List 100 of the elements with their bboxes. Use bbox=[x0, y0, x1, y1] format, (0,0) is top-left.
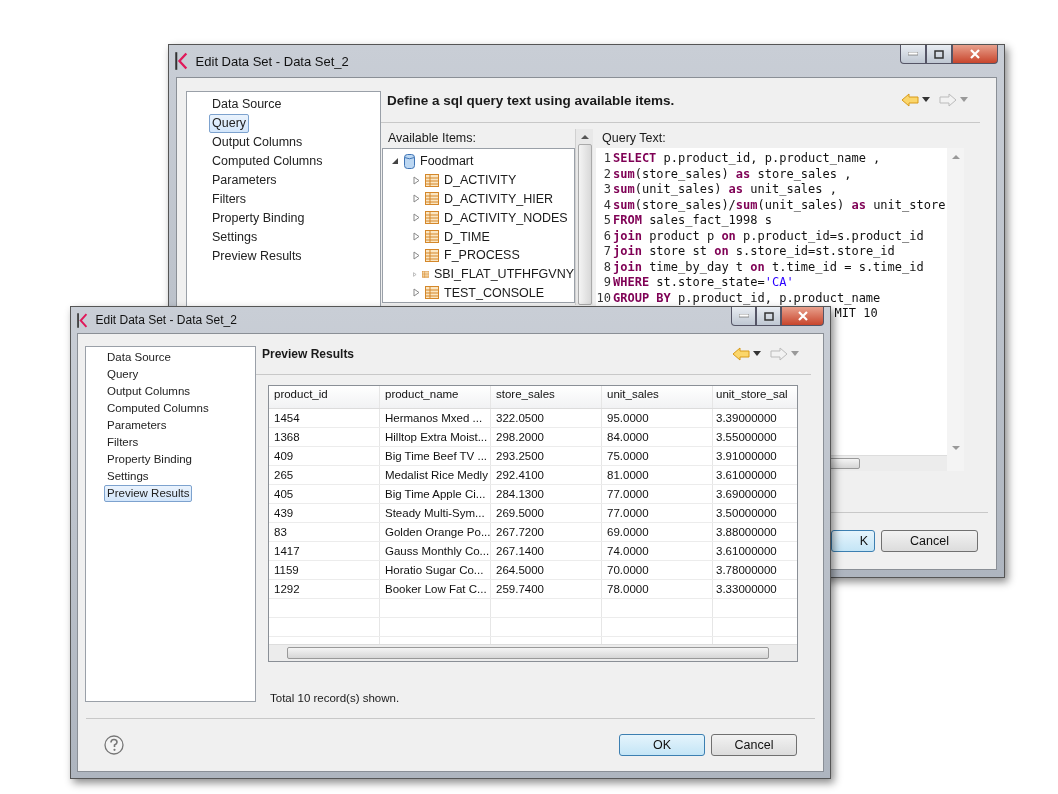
column-header[interactable]: store_sales bbox=[491, 386, 602, 408]
expand-triangle-icon[interactable] bbox=[413, 232, 420, 242]
window-title: Edit Data Set - Data Set_2 bbox=[195, 53, 349, 69]
code-line: MIT 10 bbox=[834, 306, 878, 322]
page-list-item[interactable]: Parameters bbox=[209, 171, 280, 190]
table-cell: 1368 bbox=[269, 428, 380, 446]
horizontal-scrollbar[interactable] bbox=[269, 644, 797, 661]
record-count-text: Total 10 record(s) shown. bbox=[269, 691, 401, 704]
close-button[interactable] bbox=[952, 45, 998, 64]
page-heading: Preview Results bbox=[261, 347, 355, 361]
table-cell: 284.1300 bbox=[491, 485, 602, 503]
table-cell: 293.2500 bbox=[491, 447, 602, 465]
page-list-item[interactable]: Property Binding bbox=[209, 209, 308, 228]
page-list-item[interactable]: Settings bbox=[209, 228, 261, 247]
page-list-item[interactable]: Data Source bbox=[209, 95, 285, 114]
line-number: 6 bbox=[602, 228, 611, 244]
code-line: sum(store_sales) as store_sales , bbox=[613, 166, 852, 182]
scroll-down-arrow-icon[interactable] bbox=[951, 445, 960, 451]
scroll-up-arrow-icon[interactable] bbox=[951, 154, 960, 160]
expand-triangle-icon[interactable] bbox=[413, 269, 417, 279]
line-number: 1 bbox=[602, 151, 611, 167]
table-cell: Horatio Sugar Co... bbox=[380, 561, 491, 579]
ok-button[interactable]: OK bbox=[619, 734, 705, 756]
column-header[interactable]: product_name bbox=[380, 386, 491, 408]
table-cell: Big Time Beef TV ... bbox=[380, 447, 491, 465]
page-list-item[interactable]: Computed Columns bbox=[104, 400, 212, 417]
page-list-item[interactable]: Query bbox=[209, 114, 250, 133]
table-cell: 69.0000 bbox=[602, 523, 713, 541]
cancel-button[interactable]: Cancel bbox=[881, 530, 978, 552]
page-list-item[interactable]: Preview Results bbox=[209, 247, 305, 266]
line-number: 7 bbox=[602, 244, 611, 260]
maximize-icon bbox=[934, 49, 944, 59]
close-button[interactable] bbox=[781, 307, 824, 326]
table-cell: 267.1400 bbox=[491, 542, 602, 560]
table-cell: 1159 bbox=[269, 561, 380, 579]
maximize-button[interactable] bbox=[756, 307, 781, 326]
table-cell: Booker Low Fat C... bbox=[380, 580, 491, 598]
maximize-button[interactable] bbox=[926, 45, 952, 64]
table-icon bbox=[425, 230, 439, 244]
tree-item[interactable]: Foodmart bbox=[420, 154, 474, 169]
page-list-item[interactable]: Preview Results bbox=[104, 485, 193, 502]
table-cell: 74.0000 bbox=[602, 542, 713, 560]
table-cell: 264.5000 bbox=[491, 561, 602, 579]
page-list-item[interactable]: Property Binding bbox=[104, 451, 196, 468]
page-list-item[interactable]: Filters bbox=[104, 434, 142, 451]
line-number: 2 bbox=[602, 166, 611, 182]
tree-item[interactable]: D_TIME bbox=[444, 229, 490, 244]
minimize-icon bbox=[738, 314, 749, 318]
tree-item[interactable]: D_ACTIVITY_HIER bbox=[444, 192, 554, 206]
page-list-item[interactable]: Data Source bbox=[104, 349, 174, 366]
expand-triangle-icon[interactable] bbox=[413, 213, 420, 223]
table-cell: 83 bbox=[269, 523, 380, 541]
dropdown-caret-icon[interactable] bbox=[922, 97, 930, 103]
table-cell: Gauss Monthly Co... bbox=[380, 542, 491, 560]
minimize-button[interactable] bbox=[731, 307, 756, 326]
table-icon bbox=[425, 286, 439, 300]
page-list-item[interactable]: Computed Columns bbox=[209, 152, 326, 171]
code-line: GROUP BY p.product_id, p.product_name bbox=[613, 290, 881, 306]
expand-triangle-icon[interactable] bbox=[413, 288, 420, 298]
page-list-item[interactable]: Filters bbox=[209, 190, 250, 209]
close-icon bbox=[970, 49, 980, 59]
tree-item[interactable]: TEST_CONSOLE bbox=[444, 285, 545, 300]
ok-button[interactable]: K bbox=[831, 530, 875, 552]
table-cell: 75.0000 bbox=[602, 447, 713, 465]
page-list-item[interactable]: Output Columns bbox=[104, 383, 194, 400]
table-cell: 81.0000 bbox=[602, 466, 713, 484]
help-icon[interactable] bbox=[104, 735, 124, 755]
column-header[interactable]: product_id bbox=[269, 386, 380, 408]
dropdown-caret-icon[interactable] bbox=[753, 351, 761, 357]
table-cell: 77.0000 bbox=[602, 485, 713, 503]
table-cell: Big Time Apple Ci... bbox=[380, 485, 491, 503]
scroll-up-arrow-icon[interactable] bbox=[580, 134, 589, 140]
expand-triangle-icon[interactable] bbox=[413, 194, 420, 204]
page-list-item[interactable]: Query bbox=[104, 366, 142, 383]
column-header[interactable]: unit_sales bbox=[602, 386, 713, 408]
table-cell-text: 3.61000000 bbox=[715, 544, 778, 559]
collapse-triangle-icon[interactable] bbox=[391, 157, 399, 166]
tree-item[interactable]: D_ACTIVITY_NODES bbox=[444, 210, 568, 225]
cancel-button[interactable]: Cancel bbox=[711, 734, 797, 756]
code-line: sum(store_sales)/sum(unit_sales) as unit_store bbox=[613, 197, 946, 213]
page-list-item[interactable]: Settings bbox=[104, 468, 152, 485]
line-number: 3 bbox=[602, 182, 611, 198]
table-cell: 84.0000 bbox=[602, 428, 713, 446]
available-items-label: Available Items: bbox=[387, 130, 477, 147]
vertical-scrollbar[interactable] bbox=[575, 129, 593, 305]
tree-item[interactable]: D_ACTIVITY bbox=[444, 173, 517, 188]
minimize-button[interactable] bbox=[900, 45, 926, 64]
vertical-scrollbar[interactable] bbox=[947, 148, 964, 471]
tree-item[interactable]: F_PROCESS bbox=[444, 248, 520, 263]
column-header[interactable]: unit_store_sal bbox=[713, 386, 797, 408]
page-list-item[interactable]: Parameters bbox=[104, 417, 170, 434]
window-title: Edit Data Set - Data Set_2 bbox=[95, 313, 237, 327]
page-list-item[interactable]: Output Columns bbox=[209, 133, 306, 152]
page-heading: Define a sql query text using available items. bbox=[386, 92, 675, 108]
tree-item[interactable]: SBI_FLAT_UTFHFGVNY bbox=[433, 267, 574, 282]
expand-triangle-icon[interactable] bbox=[413, 175, 420, 185]
expand-triangle-icon[interactable] bbox=[413, 250, 420, 260]
query-text-label: Query Text: bbox=[601, 130, 667, 147]
table-cell: 409 bbox=[269, 447, 380, 465]
code-line: FROM sales_fact_1998 s bbox=[613, 213, 772, 229]
